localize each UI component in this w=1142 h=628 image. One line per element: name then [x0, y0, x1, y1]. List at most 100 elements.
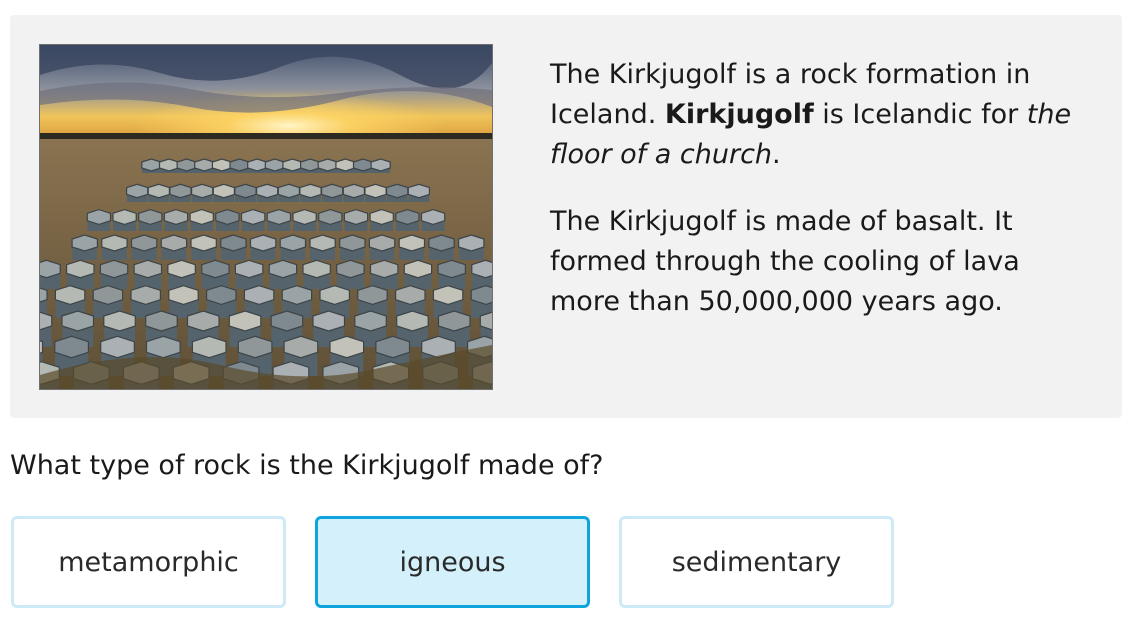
column-top [395, 285, 426, 306]
column-top [194, 158, 215, 172]
column-top [234, 259, 264, 279]
column-top [342, 183, 365, 199]
column-top [256, 183, 279, 199]
column-top [283, 335, 319, 359]
column-top [335, 158, 356, 172]
column-top [319, 285, 350, 306]
column-top [145, 310, 178, 332]
column-top [240, 208, 266, 226]
column-top [375, 335, 411, 359]
column-top [343, 208, 369, 226]
column-top [386, 183, 409, 199]
column-top [103, 310, 136, 332]
column-top [147, 183, 170, 199]
choice-metamorphic[interactable]: metamorphic [11, 516, 286, 608]
column-top [54, 335, 90, 359]
column-top [437, 259, 466, 279]
column-top [234, 183, 257, 199]
column-top [211, 158, 232, 172]
column-top [125, 183, 149, 199]
column-top [396, 310, 429, 332]
column-top [318, 208, 343, 226]
column-top [228, 310, 262, 332]
column-top [66, 259, 95, 279]
column-top [61, 310, 95, 332]
choice-sedimentary[interactable]: sedimentary [619, 516, 894, 608]
column-top [369, 259, 399, 279]
column-top [264, 158, 285, 172]
column-top [300, 158, 321, 172]
column-top [215, 208, 240, 226]
basalt-columns-image [40, 45, 492, 389]
column-top [86, 208, 112, 226]
column-top [398, 234, 426, 252]
column-top [243, 285, 275, 306]
column-top [395, 208, 420, 226]
column-top [407, 183, 430, 199]
column-top [299, 183, 322, 199]
column-top [237, 335, 273, 359]
passage-text: The Kirkjugolf is a rock formation in Ic… [550, 55, 1095, 349]
column-top [160, 234, 188, 252]
column-top [339, 234, 366, 252]
column-top [270, 310, 304, 332]
column-top [145, 335, 181, 359]
column-top [92, 285, 124, 306]
column-top [229, 158, 250, 172]
column-top [428, 234, 455, 252]
column-top [138, 208, 163, 226]
column-top [354, 310, 387, 332]
column-top [277, 183, 300, 199]
column-top [191, 335, 227, 359]
choice-igneous[interactable]: igneous [315, 516, 590, 608]
column-top [163, 208, 189, 226]
column-top [403, 259, 433, 279]
column-top [189, 208, 214, 226]
column-top [352, 158, 374, 172]
kirkjugolf-photo [39, 44, 493, 390]
column-top [357, 285, 388, 306]
column-top [191, 183, 214, 199]
column-top [302, 259, 331, 279]
column-top [99, 259, 129, 279]
column-top [282, 158, 303, 172]
column-top [100, 335, 135, 359]
question-prompt: What type of rock is the Kirkjugolf made… [10, 450, 604, 481]
column-top [112, 208, 137, 226]
column-top [190, 234, 217, 252]
column-top [220, 234, 247, 252]
column-top [176, 158, 197, 172]
column-top [54, 285, 86, 306]
column-top [169, 183, 192, 199]
term-bold: Kirkjugolf [664, 99, 814, 130]
column-top [432, 285, 464, 306]
column-top [133, 259, 163, 279]
passage-paragraph-1: The Kirkjugolf is a rock formation in Ic… [550, 59, 1072, 170]
column-top [312, 310, 346, 332]
column-top [101, 234, 128, 252]
column-top [168, 285, 199, 306]
column-top [167, 259, 196, 279]
passage-paragraph-2: The Kirkjugolf is made of basalt. It for… [550, 206, 1020, 317]
column-top [321, 183, 344, 199]
passage-panel: The Kirkjugolf is a rock formation in Ic… [10, 15, 1122, 418]
column-top [281, 285, 313, 306]
column-top [71, 234, 99, 252]
column-top [206, 285, 237, 306]
column-top [370, 158, 391, 172]
column-top [317, 158, 338, 172]
column-top [249, 234, 277, 252]
column-top [212, 183, 235, 199]
column-top [368, 234, 396, 252]
column-top [458, 234, 485, 252]
column-top [420, 208, 446, 226]
column-top [201, 259, 230, 279]
column-top [266, 208, 292, 226]
column-top [158, 158, 180, 172]
column-top [130, 285, 162, 306]
column-top [130, 234, 158, 252]
column-top [364, 183, 387, 199]
column-top [369, 208, 394, 226]
column-top [279, 234, 307, 252]
column-top [268, 259, 298, 279]
